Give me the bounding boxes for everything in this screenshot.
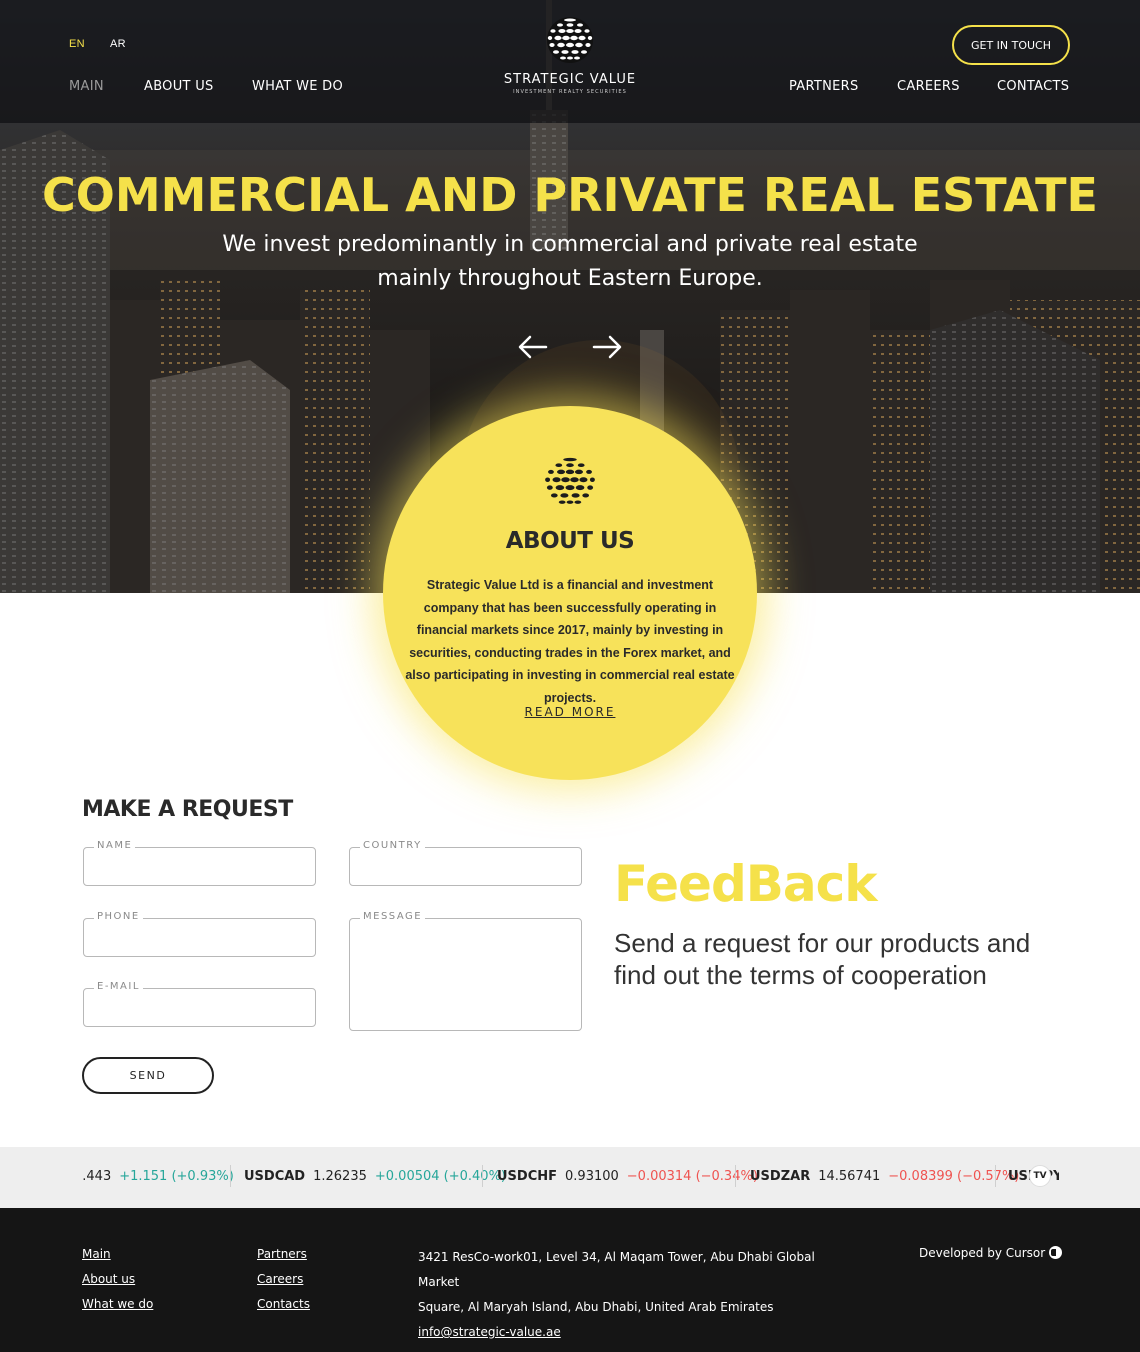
- language-en-link[interactable]: EN: [69, 38, 85, 50]
- ticker-item[interactable]: USDZAR 14.56741 −0.08399 (−0.57%): [750, 1169, 1019, 1184]
- nav-careers[interactable]: CAREERS: [897, 79, 960, 94]
- logo-tagline: INVESTMENT REALTY SECURITIES: [513, 89, 627, 95]
- footer-link-careers[interactable]: Careers: [257, 1272, 303, 1286]
- phone-field[interactable]: PHONE: [83, 911, 316, 957]
- hero-subtitle: We invest predominantly in commercial an…: [222, 232, 918, 291]
- send-button[interactable]: SEND: [82, 1057, 214, 1094]
- tradingview-logo-icon[interactable]: TV: [1029, 1165, 1051, 1187]
- name-input[interactable]: [84, 848, 315, 885]
- nav-what-we-do[interactable]: WHAT WE DO: [252, 79, 343, 94]
- ticker-item[interactable]: USDCAD 1.26235 +0.00504 (+0.40%): [244, 1169, 506, 1184]
- ticker-price: 14.56741: [818, 1169, 881, 1184]
- footer-link-what-we-do[interactable]: What we do: [82, 1297, 153, 1311]
- email-input[interactable]: [84, 989, 315, 1026]
- address-line-2: Square, Al Maryah Island, Abu Dhabi, Uni…: [418, 1300, 774, 1314]
- currency-ticker[interactable]: 5.443 +1.151 (+0.93%) USDCAD 1.26235 +0.005…: [0, 1147, 1140, 1208]
- ticker-symbol: USDZAR: [750, 1169, 811, 1184]
- name-field[interactable]: NAME: [83, 840, 316, 886]
- globe-icon: [544, 456, 596, 508]
- country-label: COUNTRY: [360, 840, 425, 851]
- address-line-1: 3421 ResCo-work01, Level 34, Al Maqam To…: [418, 1250, 815, 1289]
- footer-address: 3421 ResCo-work01, Level 34, Al Maqam To…: [418, 1245, 848, 1345]
- cursor-logo-icon: [1049, 1246, 1063, 1259]
- message-label: MESSAGE: [360, 911, 426, 922]
- ticker-track: 5.443 +1.151 (+0.93%) USDCAD 1.26235 +0.005…: [82, 1147, 1059, 1208]
- ticker-divider: [995, 1165, 996, 1187]
- nav-contacts[interactable]: CONTACTS: [997, 79, 1069, 94]
- site-logo[interactable]: STRATEGIC VALUE INVESTMENT REALTY SECURI…: [500, 16, 640, 95]
- footer-link-about-us[interactable]: About us: [82, 1272, 135, 1286]
- about-description: Strategic Value Ltd is a financial and i…: [405, 578, 735, 705]
- arrow-right-icon[interactable]: [590, 332, 624, 362]
- message-textarea[interactable]: [350, 919, 581, 1030]
- email-field[interactable]: E-MAIL: [83, 981, 316, 1027]
- footer-link-partners[interactable]: Partners: [257, 1247, 307, 1261]
- ticker-item[interactable]: USDCHF 0.93100 −0.00314 (−0.34%): [497, 1169, 758, 1184]
- ticker-change: +1.151 (+0.93%): [119, 1169, 234, 1184]
- phone-input[interactable]: [84, 919, 315, 956]
- feedback-title: FeedBack: [614, 855, 877, 913]
- developer-credit-text: Developed by Cursor: [919, 1246, 1046, 1260]
- country-field[interactable]: COUNTRY: [349, 840, 582, 886]
- country-input[interactable]: [350, 848, 581, 885]
- read-more-link[interactable]: READ MORE: [383, 705, 757, 719]
- ticker-divider: [230, 1165, 231, 1187]
- ticker-symbol: USDCAD: [244, 1169, 306, 1184]
- nav-main[interactable]: MAIN: [69, 79, 104, 94]
- ticker-divider: [482, 1165, 483, 1187]
- nav-about-us[interactable]: ABOUT US: [144, 79, 214, 94]
- make-request-title: MAKE A REQUEST: [82, 797, 293, 822]
- footer: Main About us What we do Partners Career…: [0, 1208, 1140, 1352]
- about-title: ABOUT US: [505, 528, 635, 554]
- get-in-touch-button[interactable]: GET IN TOUCH: [952, 25, 1070, 65]
- about-us-card: ABOUT US Strategic Value Ltd is a financ…: [383, 406, 757, 780]
- name-label: NAME: [94, 840, 136, 851]
- developer-credit[interactable]: Developed by Cursor: [919, 1246, 1063, 1260]
- message-field[interactable]: MESSAGE: [349, 911, 582, 1031]
- language-ar-link[interactable]: AR: [110, 38, 126, 50]
- ticker-price: 5.443: [82, 1169, 112, 1184]
- ticker-item[interactable]: 5.443 +1.151 (+0.93%): [82, 1169, 234, 1184]
- globe-logo-icon: [547, 17, 593, 63]
- ticker-price: 0.93100: [565, 1169, 619, 1184]
- ticker-price: 1.26235: [313, 1169, 367, 1184]
- footer-link-contacts[interactable]: Contacts: [257, 1297, 310, 1311]
- hero-title: COMMERCIAL AND PRIVATE REAL ESTATE: [42, 168, 1098, 222]
- ticker-divider: [735, 1165, 736, 1187]
- footer-email-link[interactable]: info@strategic-value.ae: [418, 1325, 561, 1339]
- ticker-symbol: USDCHF: [497, 1169, 558, 1184]
- ticker-change: +0.00504 (+0.40%): [374, 1169, 506, 1184]
- nav-partners[interactable]: PARTNERS: [789, 79, 859, 94]
- footer-link-main[interactable]: Main: [82, 1247, 111, 1261]
- logo-name: STRATEGIC VALUE: [503, 72, 637, 87]
- ticker-change: −0.00314 (−0.34%): [626, 1169, 758, 1184]
- feedback-subtitle: Send a request for our products and find…: [614, 928, 1031, 990]
- arrow-left-icon[interactable]: [516, 332, 550, 362]
- ticker-change: −0.08399 (−0.57%): [888, 1169, 1020, 1184]
- phone-label: PHONE: [94, 911, 143, 922]
- email-label: E-MAIL: [94, 981, 143, 992]
